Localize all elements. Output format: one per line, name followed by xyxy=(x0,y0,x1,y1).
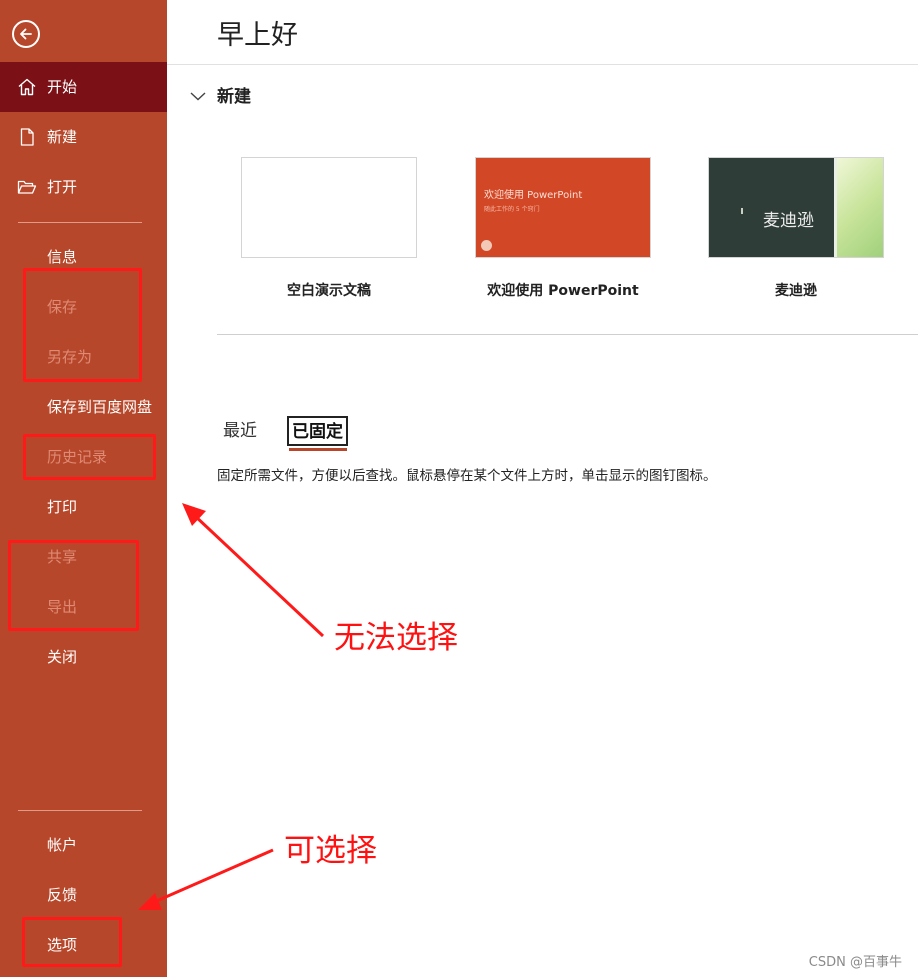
annotation-can-select: 可选择 xyxy=(284,833,377,869)
annotation-arrow-can-select xyxy=(151,848,274,905)
annotation-arrows xyxy=(138,503,325,910)
annotation-arrow-cannot-select xyxy=(192,513,325,638)
annotation-arrowhead xyxy=(138,893,162,910)
annotation-cannot-select: 无法选择 xyxy=(334,620,458,656)
watermark: CSDN @百事牛 xyxy=(808,955,902,970)
